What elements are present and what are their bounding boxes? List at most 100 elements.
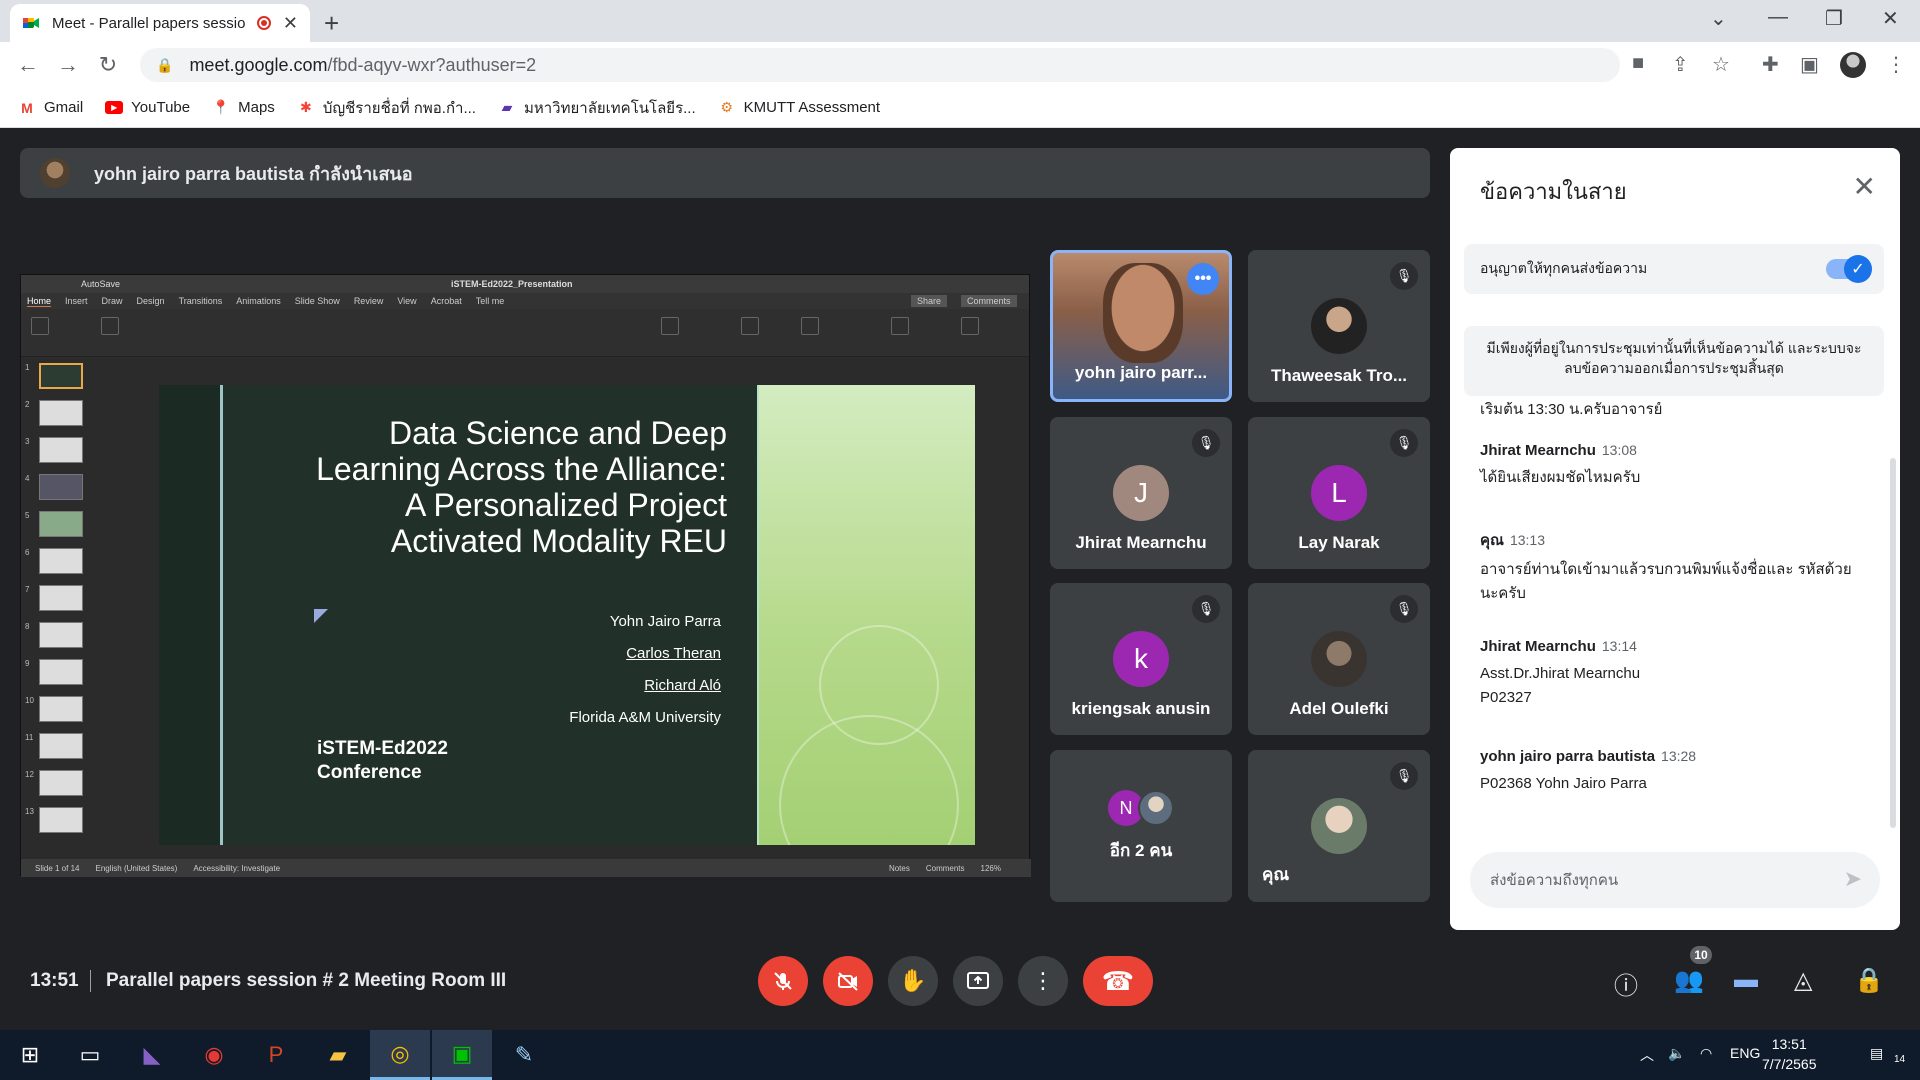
input-language[interactable]: ENG [1730, 1045, 1760, 1061]
notes-button[interactable]: Notes [889, 864, 910, 873]
participant-tile[interactable]: 🎙 k kriengsak anusin [1050, 583, 1232, 735]
ppt-menu-animations[interactable]: Animations [236, 296, 281, 306]
more-options-icon[interactable]: ••• [1187, 263, 1219, 295]
participant-tile[interactable]: 🎙 Adel Oulefki [1248, 583, 1430, 735]
chrome-icon[interactable]: ◎ [370, 1030, 430, 1080]
slide-thumbnail[interactable] [39, 363, 83, 389]
bookmark-university[interactable]: ▰ มหาวิทยาลัยเทคโนโลยีร... [498, 96, 696, 120]
arrange-icon[interactable] [741, 317, 759, 335]
raise-hand-button[interactable]: ✋ [888, 956, 938, 1006]
status-comments-button[interactable]: Comments [926, 864, 965, 873]
ppt-menu-slideshow[interactable]: Slide Show [295, 296, 340, 306]
profile-avatar[interactable] [1840, 52, 1866, 78]
slide-thumbnail[interactable] [39, 474, 83, 500]
meeting-details-button[interactable]: ⓘ [1614, 966, 1638, 1001]
camera-permission-icon[interactable]: ■ [1632, 52, 1644, 75]
chat-scrollbar[interactable] [1890, 458, 1896, 828]
slide-thumbnail[interactable] [39, 770, 83, 796]
accessibility-status[interactable]: Accessibility: Investigate [193, 864, 280, 873]
participant-tile[interactable]: 🎙 L Lay Narak [1248, 417, 1430, 569]
close-chat-icon[interactable]: ✕ [1853, 170, 1876, 203]
ppt-menu-view[interactable]: View [397, 296, 416, 306]
minimize-button[interactable]: — [1768, 6, 1788, 29]
slide-thumbnail[interactable] [39, 733, 83, 759]
quick-styles-icon[interactable] [801, 317, 819, 335]
ppt-menu-insert[interactable]: Insert [65, 296, 88, 306]
forward-arrow-icon[interactable]: → [48, 52, 88, 78]
present-now-button[interactable] [953, 956, 1003, 1006]
wifi-icon[interactable]: ◠ [1700, 1045, 1712, 1062]
more-options-button[interactable]: ⋮ [1018, 956, 1068, 1006]
notifications-icon[interactable]: ▤ [1870, 1045, 1883, 1062]
participant-tile[interactable]: N อีก 2 คน [1050, 750, 1232, 902]
share-page-icon[interactable]: ⇪ [1672, 52, 1689, 77]
slide-thumbnail[interactable] [39, 622, 83, 648]
ppt-menu-draw[interactable]: Draw [102, 296, 123, 306]
bookmark-star-icon[interactable]: ☆ [1712, 52, 1730, 77]
host-controls-button[interactable]: 🔒 [1854, 966, 1884, 995]
bookmark-thai-list[interactable]: ✱ บัญชีรายชื่อที่ กพอ.กำ... [297, 96, 476, 120]
close-tab-icon[interactable]: ✕ [283, 13, 298, 34]
paint-icon[interactable]: ✎ [494, 1030, 554, 1080]
ppt-comments-button[interactable]: Comments [961, 295, 1017, 307]
address-bar[interactable]: 🔒 meet.google.com/fbd-aqyv-wxr?authuser=… [140, 48, 1620, 82]
new-slide-icon[interactable] [101, 317, 119, 335]
bookmark-gmail[interactable]: M Gmail [18, 99, 83, 116]
ppt-menu-acrobat[interactable]: Acrobat [431, 296, 462, 306]
ppt-menu-transitions[interactable]: Transitions [179, 296, 223, 306]
activities-button[interactable]: ◬ [1794, 966, 1812, 995]
slide-thumbnail[interactable] [39, 659, 83, 685]
line-app-icon[interactable]: ▣ [432, 1030, 492, 1080]
picture-icon[interactable] [661, 317, 679, 335]
tab-search-icon[interactable]: ⌄ [1710, 6, 1727, 31]
back-arrow-icon[interactable]: ← [8, 52, 48, 78]
slide-thumbnail[interactable] [39, 437, 83, 463]
bookmark-kmutt[interactable]: ⚙ KMUTT Assessment [718, 99, 880, 116]
bookmark-youtube[interactable]: ▶ YouTube [105, 99, 190, 116]
chat-input[interactable]: ส่งข้อความถึงทุกคน ➤ [1470, 852, 1880, 908]
ppt-menu-home[interactable]: Home [27, 296, 52, 307]
slide-thumbnail[interactable] [39, 696, 83, 722]
chat-button[interactable]: ▬ [1734, 966, 1758, 994]
visual-studio-icon[interactable]: ◣ [122, 1030, 182, 1080]
reload-icon[interactable]: ↻ [88, 52, 128, 78]
slide-thumbnail[interactable] [39, 585, 83, 611]
extensions-puzzle-icon[interactable]: ✚ [1762, 52, 1779, 77]
participant-tile[interactable]: 🎙 Thaweesak Tro... [1248, 250, 1430, 402]
leave-call-button[interactable]: ☎ [1083, 956, 1153, 1006]
windows-start-icon[interactable]: ⊞ [0, 1030, 60, 1080]
allow-messages-toggle[interactable]: ✓ [1826, 255, 1872, 283]
slide-thumbnail[interactable] [39, 400, 83, 426]
ppt-share-button[interactable]: Share [911, 295, 948, 307]
paste-icon[interactable] [31, 317, 49, 335]
microphone-off-button[interactable] [758, 956, 808, 1006]
browser-tab-meet[interactable]: Meet - Parallel papers sessio ✕ [10, 4, 310, 42]
powerpoint-icon[interactable]: P [246, 1030, 306, 1080]
close-window-button[interactable]: ✕ [1882, 6, 1899, 31]
language-status[interactable]: English (United States) [95, 864, 177, 873]
new-tab-button[interactable]: + [324, 8, 339, 39]
taskbar-clock[interactable]: 13:51 7/7/2565 [1762, 1034, 1817, 1074]
people-button[interactable]: 👥 [1674, 966, 1704, 995]
tray-chevron-icon[interactable]: ︿ [1640, 1045, 1654, 1065]
ppt-menu-design[interactable]: Design [137, 296, 165, 306]
volume-icon[interactable]: 🔈 [1668, 1045, 1685, 1062]
send-icon[interactable]: ➤ [1844, 866, 1862, 892]
browser-menu-icon[interactable]: ⋮ [1886, 52, 1906, 77]
task-view-icon[interactable]: ▭ [60, 1030, 120, 1080]
participant-tile[interactable]: 🎙 คุณ [1248, 750, 1430, 902]
bookmark-maps[interactable]: 📍 Maps [212, 99, 274, 116]
camera-off-button[interactable] [823, 956, 873, 1006]
participant-tile[interactable]: ••• yohn jairo parr... [1050, 250, 1232, 402]
slide-thumbnail[interactable] [39, 548, 83, 574]
app-icon[interactable]: ◉ [184, 1030, 244, 1080]
slide-thumbnail[interactable] [39, 511, 83, 537]
ppt-menu-tellme[interactable]: Tell me [476, 296, 505, 306]
file-explorer-icon[interactable]: ▰ [308, 1030, 368, 1080]
side-panel-icon[interactable]: ▣ [1800, 52, 1819, 77]
slide-thumbnail[interactable] [39, 807, 83, 833]
design-ideas-icon[interactable] [891, 317, 909, 335]
maximize-button[interactable]: ❐ [1825, 6, 1843, 31]
participant-tile[interactable]: 🎙 J Jhirat Mearnchu [1050, 417, 1232, 569]
zoom-level[interactable]: 126% [981, 864, 1001, 873]
